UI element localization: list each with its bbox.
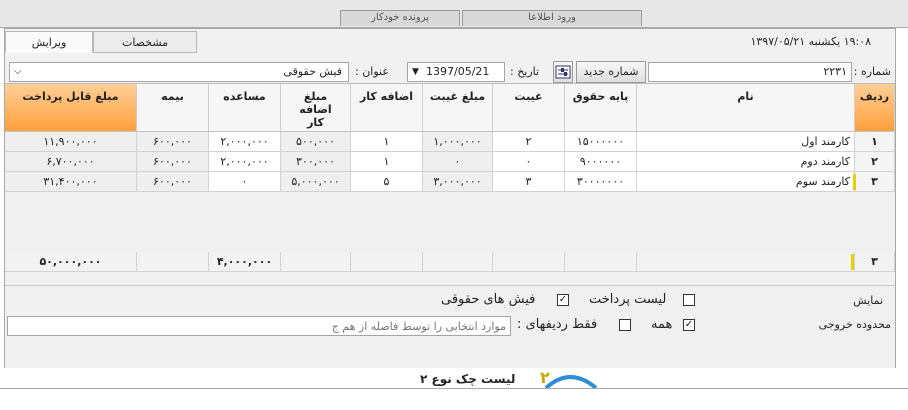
slips-checkbox[interactable]: ✓ <box>557 294 569 306</box>
cell-insurance: ۶۰۰,۰۰۰ <box>137 152 209 172</box>
col-insurance[interactable]: بیمه <box>137 84 209 132</box>
payroll-grid: مبلغ قابل پرداخت بیمه مساعده مبلغ اضافه … <box>5 83 895 273</box>
cell-payable: ۱۱,۹۰۰,۰۰۰ <box>5 132 137 152</box>
title-select[interactable]: ⌵ فیش حقوقی <box>9 62 349 82</box>
new-number-button[interactable]: شماره جدید <box>576 61 646 83</box>
rows-input[interactable] <box>7 316 511 336</box>
cell-assist[interactable]: ۲,۰۰۰,۰۰۰ <box>209 132 281 152</box>
col-absence-amount[interactable]: مبلغ غیبت <box>423 84 493 132</box>
cell-payable: ۶,۷۰۰,۰۰۰ <box>5 152 137 172</box>
cell-absence-amount: ۱,۰۰۰,۰۰۰ <box>423 132 493 152</box>
col-base-salary[interactable]: پایه حقوق <box>565 84 637 132</box>
cell-row-number: ۲ <box>855 152 895 172</box>
sum-absence-amount <box>423 252 493 272</box>
cell-overtime[interactable]: ۵ <box>351 172 423 192</box>
sum-name <box>637 252 855 272</box>
summary-marker <box>851 254 854 270</box>
display-label: نمایش <box>853 294 883 307</box>
paylist-label: لیست پرداخت <box>589 292 667 307</box>
sum-absence <box>493 252 565 272</box>
cell-absence-amount: ۰ <box>423 152 493 172</box>
sum-overtime <box>351 252 423 272</box>
payroll-window: ویرایش مشخصات ۱۹:۰۸ یکشنبه ۱۳۹۷/۰۵/۲۱ شم… <box>4 28 896 390</box>
cell-absence[interactable]: ۰ <box>493 152 565 172</box>
slips-label: فیش های حقوقی <box>441 292 536 307</box>
only-rows-label: فقط ردیفهای : <box>517 317 598 332</box>
sum-assist: ۴,۰۰۰,۰۰۰ <box>209 252 281 272</box>
date-value: 1397/05/21 <box>426 65 490 78</box>
col-overtime-amount[interactable]: مبلغ اضافه کار <box>281 84 351 132</box>
cell-insurance: ۶۰۰,۰۰۰ <box>137 172 209 192</box>
cell-overtime-amount: ۳۰۰,۰۰۰ <box>281 152 351 172</box>
cell-payable: ۳۱,۴۰۰,۰۰۰ <box>5 172 137 192</box>
date-dropdown-icon[interactable]: ▼ <box>412 63 419 81</box>
window-topbar: ویرایش مشخصات ۱۹:۰۸ یکشنبه ۱۳۹۷/۰۵/۲۱ <box>5 29 895 53</box>
caption-number: ۲ <box>540 368 550 387</box>
sum-insurance <box>137 252 209 272</box>
chevron-down-icon[interactable]: ⌵ <box>14 63 22 81</box>
settings-icon[interactable] <box>553 61 573 83</box>
sum-payable: ۵۰,۰۰۰,۰۰۰ <box>5 252 137 272</box>
torn-edge <box>0 388 908 392</box>
cell-row-number: ۱ <box>855 132 895 152</box>
cell-assist[interactable]: ۰ <box>209 172 281 192</box>
cell-overtime[interactable]: ۱ <box>351 152 423 172</box>
col-row[interactable]: ردیف <box>855 84 895 132</box>
cell-name[interactable]: کارمند دوم <box>637 152 855 172</box>
background-tab-strip: پرونده خودکار ورود اطلاعا <box>0 6 908 26</box>
col-name[interactable]: نام <box>637 84 855 132</box>
paylist-checkbox[interactable] <box>683 294 695 306</box>
cell-assist[interactable]: ۲,۰۰۰,۰۰۰ <box>209 152 281 172</box>
datetime-display: ۱۹:۰۸ یکشنبه ۱۳۹۷/۰۵/۲۱ <box>750 35 871 48</box>
cell-absence[interactable]: ۲ <box>493 132 565 152</box>
only-rows-checkbox[interactable] <box>619 319 631 331</box>
bg-tab-data-entry[interactable]: ورود اطلاعا <box>462 10 642 26</box>
range-label: محدوده خروجی <box>818 318 891 331</box>
all-label: همه <box>651 317 673 332</box>
sum-overtime-amount <box>281 252 351 272</box>
all-checkbox[interactable]: ✓ <box>683 319 695 331</box>
title-value: فیش حقوقی <box>283 65 342 78</box>
caption-title: لیست چک نوع ۲ <box>420 372 516 386</box>
cell-insurance: ۶۰۰,۰۰۰ <box>137 132 209 152</box>
cell-base-salary[interactable]: ۱۵۰۰۰۰۰۰ <box>565 132 637 152</box>
bg-tab-auto-file[interactable]: پرونده خودکار <box>340 10 460 26</box>
date-field[interactable]: ▼ 1397/05/21 <box>407 62 505 82</box>
col-absence[interactable]: غیبت <box>493 84 565 132</box>
cell-overtime-amount: ۵۰۰,۰۰۰ <box>281 132 351 152</box>
sum-base-salary <box>565 252 637 272</box>
col-payable[interactable]: مبلغ قابل پرداخت <box>5 84 137 132</box>
cell-absence-amount: ۳,۰۰۰,۰۰۰ <box>423 172 493 192</box>
number-field[interactable]: ۲۲۳۱ <box>648 62 852 82</box>
tab-specs[interactable]: مشخصات <box>93 31 197 53</box>
cell-row-number: ۳ <box>855 172 895 192</box>
cell-name[interactable]: کارمند سوم <box>637 172 855 192</box>
cell-name[interactable]: کارمند اول <box>637 132 855 152</box>
current-row-marker <box>853 174 856 190</box>
cell-base-salary[interactable]: ۹۰۰۰۰۰۰ <box>565 152 637 172</box>
sum-row-count: ۳ <box>855 252 895 272</box>
tab-edit[interactable]: ویرایش <box>5 31 93 53</box>
cell-overtime[interactable]: ۱ <box>351 132 423 152</box>
date-label: تاریخ : <box>510 65 540 78</box>
col-overtime[interactable]: اضافه کار <box>351 84 423 132</box>
cell-overtime-amount: ۵,۰۰۰,۰۰۰ <box>281 172 351 192</box>
col-assist[interactable]: مساعده <box>209 84 281 132</box>
cell-base-salary[interactable]: ۳۰۰۰۰۰۰۰ <box>565 172 637 192</box>
number-label: شماره : <box>853 65 891 78</box>
title-label: عنوان : <box>355 65 389 78</box>
cell-absence[interactable]: ۳ <box>493 172 565 192</box>
